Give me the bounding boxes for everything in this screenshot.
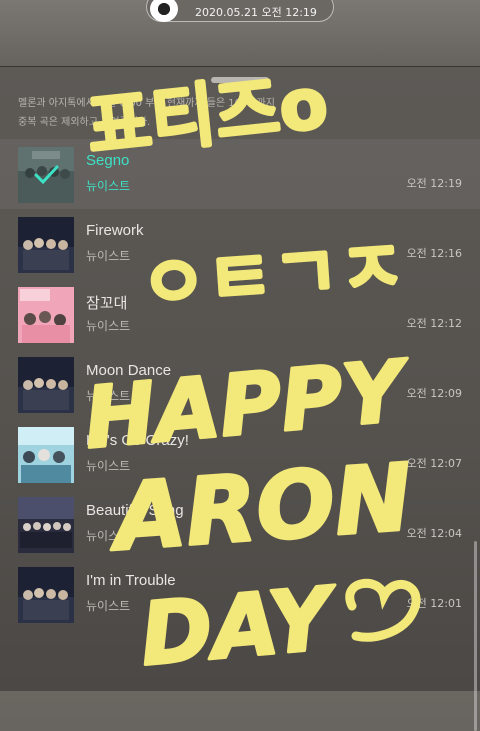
song-title: Segno [86, 152, 130, 169]
status-bar: 2020.05.21 오전 12:19 [0, 0, 480, 66]
song-artist: 뉴이스트 [86, 179, 131, 193]
scrollbar[interactable] [474, 541, 477, 731]
song-row[interactable]: Let's Go Crazy! 뉴이스트 오전 12:07 [0, 419, 480, 489]
song-row[interactable]: Beautiful Song 뉴이스트 오전 12:04 [0, 489, 480, 559]
song-title: 잠꼬대 [86, 295, 128, 312]
song-row[interactable]: Segno 뉴이스트 오전 12:19 [0, 139, 480, 209]
album-cover [18, 287, 74, 343]
playing-check-icon [18, 147, 74, 203]
album-cover [18, 217, 74, 273]
now-playing-pill[interactable]: 2020.05.21 오전 12:19 [146, 0, 334, 22]
song-artist: 뉴이스트 [86, 249, 131, 263]
notice-line-2: 중복 곡은 제외하고 보여줍니다. [18, 117, 151, 128]
record-icon [150, 0, 178, 22]
song-artist: 뉴이스트 [86, 389, 131, 403]
album-cover [18, 427, 74, 483]
song-artist: 뉴이스트 [86, 319, 131, 333]
history-notice: 멜론과 아지톡에서 오늘 0:00 부터 현재까지 들은 100곡까지 중복 곡… [18, 94, 318, 132]
song-artist: 뉴이스트 [86, 599, 131, 613]
sheet-drag-handle[interactable] [211, 77, 269, 83]
song-title: Moon Dance [86, 362, 172, 379]
song-title: Beautiful Song [86, 502, 184, 519]
play-time: 오전 12:09 [406, 387, 462, 400]
play-time: 오전 12:12 [406, 317, 462, 330]
album-cover [18, 497, 74, 553]
song-row[interactable]: I'm in Trouble 뉴이스트 오전 12:01 [0, 559, 480, 629]
play-time: 오전 12:07 [406, 457, 462, 470]
song-title: Firework [86, 222, 144, 239]
recent-songs-sheet: 멜론과 아지톡에서 오늘 0:00 부터 현재까지 들은 100곡까지 중복 곡… [0, 66, 480, 731]
album-cover [18, 357, 74, 413]
play-time: 오전 12:19 [406, 177, 462, 190]
song-title: I'm in Trouble [86, 572, 176, 589]
song-title: Let's Go Crazy! [86, 432, 189, 449]
album-cover [18, 567, 74, 623]
notice-line-1: 멜론과 아지톡에서 오늘 0:00 부터 현재까지 들은 100곡까지 [18, 98, 275, 109]
play-time: 오전 12:04 [406, 527, 462, 540]
song-row[interactable]: 잠꼬대 뉴이스트 오전 12:12 [0, 279, 480, 349]
datetime-label: 2020.05.21 오전 12:19 [195, 6, 317, 19]
play-time: 오전 12:01 [406, 597, 462, 610]
play-time: 오전 12:16 [406, 247, 462, 260]
song-row[interactable]: Firework 뉴이스트 오전 12:16 [0, 209, 480, 279]
album-cover [18, 147, 74, 203]
song-artist: 뉴이스트 [86, 529, 131, 543]
song-artist: 뉴이스트 [86, 459, 131, 473]
song-row[interactable]: Moon Dance 뉴이스트 오전 12:09 [0, 349, 480, 419]
